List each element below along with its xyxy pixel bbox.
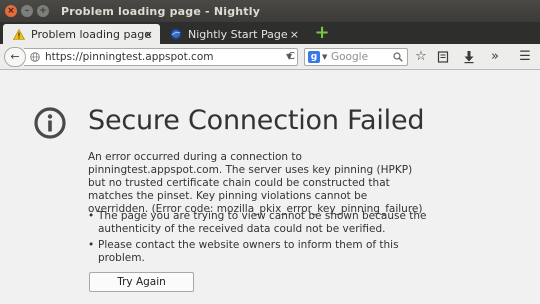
list-item: Please contact the website owners to inf… bbox=[88, 239, 428, 265]
back-button[interactable]: ← bbox=[4, 47, 26, 67]
url-text[interactable]: https://pinningtest.appspot.com bbox=[45, 49, 213, 65]
error-suggestions: The page you are trying to view cannot b… bbox=[88, 210, 428, 268]
window-titlebar: × – + Problem loading page - Nightly bbox=[0, 0, 540, 22]
window-controls: × – + bbox=[5, 5, 49, 17]
navigation-toolbar: https://pinningtest.appspot.com ▼ C ← g … bbox=[0, 44, 540, 70]
tab-label: Problem loading page bbox=[31, 27, 151, 41]
tab-close-icon[interactable]: × bbox=[144, 28, 153, 41]
site-identity-globe-icon[interactable] bbox=[30, 52, 40, 62]
tab-nightly-start-page[interactable]: Nightly Start Page × bbox=[160, 24, 306, 44]
toolbar-overflow-icon[interactable]: » bbox=[488, 50, 502, 64]
info-icon bbox=[34, 107, 66, 139]
window-maximize-button[interactable]: + bbox=[37, 5, 49, 17]
new-tab-plus-icon[interactable]: + bbox=[314, 24, 330, 42]
tab-problem-loading[interactable]: Problem loading page × bbox=[3, 24, 160, 44]
nightly-globe-icon bbox=[170, 28, 182, 40]
bookmarks-menu-icon[interactable] bbox=[436, 50, 450, 64]
window-close-button[interactable]: × bbox=[5, 5, 17, 17]
warning-icon bbox=[13, 28, 25, 40]
download-icon[interactable] bbox=[462, 50, 476, 64]
search-icon[interactable] bbox=[393, 52, 403, 62]
error-title: Secure Connection Failed bbox=[88, 105, 425, 136]
error-description: An error occurred during a connection to… bbox=[88, 151, 423, 215]
reload-icon[interactable]: C bbox=[288, 49, 295, 65]
list-item: The page you are trying to view cannot b… bbox=[88, 210, 428, 236]
tab-close-icon[interactable]: × bbox=[290, 28, 299, 41]
try-again-button[interactable]: Try Again bbox=[89, 272, 194, 292]
engine-dropdown-icon[interactable]: ▼ bbox=[322, 49, 327, 65]
app-menu-icon[interactable]: ☰ bbox=[518, 50, 532, 64]
url-bar[interactable]: https://pinningtest.appspot.com ▼ C bbox=[24, 48, 298, 66]
google-engine-icon[interactable]: g bbox=[308, 51, 320, 63]
tab-label: Nightly Start Page bbox=[188, 27, 288, 41]
bookmark-star-icon[interactable]: ☆ bbox=[414, 50, 428, 64]
window-minimize-button[interactable]: – bbox=[21, 5, 33, 17]
window-title: Problem loading page - Nightly bbox=[61, 4, 261, 18]
search-placeholder[interactable]: Google bbox=[331, 49, 368, 65]
tab-strip: Problem loading page × Nightly Start Pag… bbox=[0, 22, 540, 44]
error-page: Secure Connection Failed An error occurr… bbox=[0, 71, 540, 304]
search-bar[interactable]: g ▼ Google bbox=[304, 48, 408, 66]
